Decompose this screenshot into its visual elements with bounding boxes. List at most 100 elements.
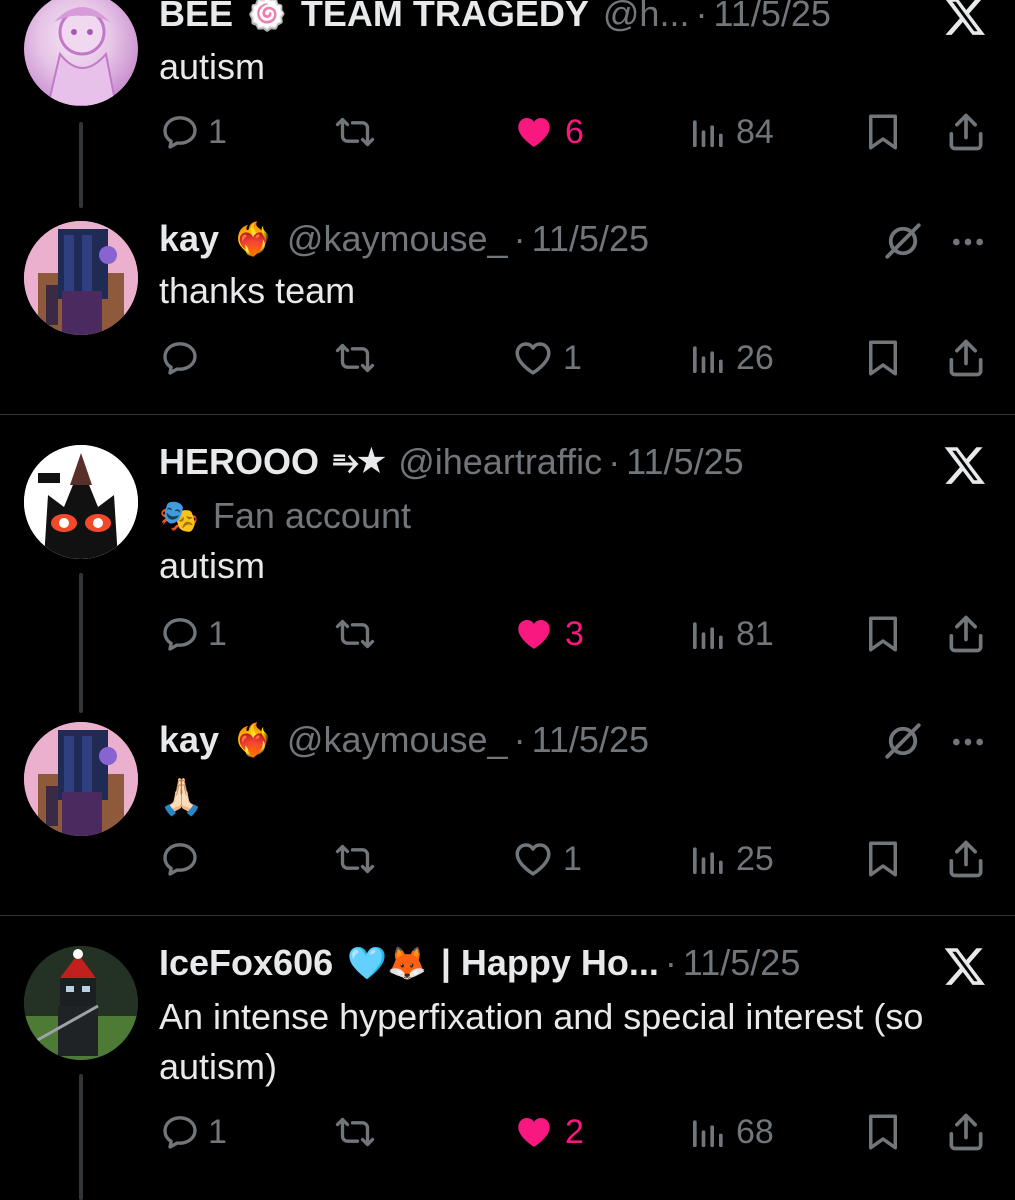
avatar-art <box>24 445 138 559</box>
retweet-button[interactable] <box>332 102 378 162</box>
name-emoji: 🍥 <box>247 0 287 32</box>
post-4[interactable]: kay ❤️‍🔥 @kaymouse_ · 11/5/25 🙏🏻 1 25 <box>0 700 1015 915</box>
heart-filled-icon <box>511 613 557 655</box>
reply-button[interactable]: 1 <box>160 1102 227 1162</box>
action-bar: 1 2 68 <box>0 1102 1015 1162</box>
avatar[interactable] <box>24 722 138 836</box>
views-button[interactable]: 68 <box>688 1102 774 1162</box>
post-date[interactable]: 11/5/25 <box>683 942 800 984</box>
like-button[interactable]: 3 <box>511 604 584 664</box>
post-header: HEROOO ⥱★ @iheartraffic · 11/5/25 <box>159 438 905 486</box>
share-button[interactable] <box>944 102 988 162</box>
views-icon <box>688 614 728 654</box>
avatar[interactable] <box>24 946 138 1060</box>
display-name[interactable]: BEE <box>159 0 233 35</box>
separator-dot: · <box>513 218 526 259</box>
bookmark-button[interactable] <box>862 604 904 664</box>
avatar[interactable] <box>24 445 138 559</box>
post-text: 🙏🏻 <box>159 776 204 817</box>
x-logo-icon[interactable] <box>943 443 987 487</box>
bookmark-button[interactable] <box>862 829 904 889</box>
retweet-button[interactable] <box>332 328 378 388</box>
reply-icon <box>160 338 200 378</box>
display-name[interactable]: kay <box>159 218 219 260</box>
x-logo-icon[interactable] <box>943 944 987 988</box>
retweet-icon <box>332 1112 378 1152</box>
bookmark-icon <box>862 838 904 880</box>
views-icon <box>688 839 728 879</box>
display-name[interactable]: kay <box>159 719 219 761</box>
share-button[interactable] <box>944 328 988 388</box>
views-button[interactable]: 81 <box>688 604 774 664</box>
share-button[interactable] <box>944 604 988 664</box>
like-count: 6 <box>565 112 584 151</box>
post-5[interactable]: IceFox606 🩵🦊 | Happy Ho... · 11/5/25 An … <box>0 916 1015 1200</box>
share-button[interactable] <box>944 829 988 889</box>
avatar-art <box>24 722 138 836</box>
heart-filled-icon <box>511 1111 557 1153</box>
handle[interactable]: @iheartraffic <box>398 441 602 483</box>
name-emoji: ❤️‍🔥 <box>233 722 273 758</box>
grok-icon[interactable] <box>882 220 924 262</box>
views-button[interactable]: 84 <box>688 102 774 162</box>
bookmark-button[interactable] <box>862 1102 904 1162</box>
handle[interactable]: @kaymouse_ <box>287 719 508 761</box>
avatar-art <box>24 221 138 335</box>
handle[interactable]: @h... <box>603 0 690 35</box>
retweet-button[interactable] <box>332 1102 378 1162</box>
reply-icon <box>160 839 200 879</box>
more-icon[interactable] <box>948 722 988 762</box>
like-button[interactable]: 1 <box>511 328 582 388</box>
action-bar: 1 3 81 <box>0 604 1015 664</box>
separator-dot: · <box>695 0 708 34</box>
post-3[interactable]: HEROOO ⥱★ @iheartraffic · 11/5/25 🎭 Fan … <box>0 415 1015 713</box>
share-icon <box>944 612 988 656</box>
like-button[interactable]: 2 <box>511 1102 584 1162</box>
action-bar: 1 26 <box>0 328 1015 388</box>
reply-button[interactable]: 1 <box>160 102 227 162</box>
post-date[interactable]: 11/5/25 <box>626 441 743 483</box>
reply-button[interactable]: 1 <box>160 604 227 664</box>
heart-icon <box>511 838 555 880</box>
post-date[interactable]: 11/5/25 <box>532 218 649 260</box>
retweet-button[interactable] <box>332 604 378 664</box>
like-button[interactable]: 1 <box>511 829 582 889</box>
views-button[interactable]: 26 <box>688 328 774 388</box>
like-button[interactable]: 6 <box>511 102 584 162</box>
like-count: 1 <box>563 338 582 377</box>
reply-button[interactable] <box>160 829 208 889</box>
share-icon <box>944 336 988 380</box>
reply-button[interactable] <box>160 328 208 388</box>
heart-filled-icon <box>511 111 557 153</box>
name-emoji: ⥱★ <box>333 443 385 479</box>
retweet-icon <box>332 338 378 378</box>
display-name-suffix[interactable]: TEAM TRAGEDY <box>301 0 589 35</box>
bookmark-button[interactable] <box>862 102 904 162</box>
share-icon <box>944 837 988 881</box>
share-button[interactable] <box>944 1102 988 1162</box>
share-icon <box>944 110 988 154</box>
post-date[interactable]: 11/5/25 <box>532 719 649 761</box>
retweet-button[interactable] <box>332 829 378 889</box>
display-name[interactable]: HEROOO <box>159 441 319 483</box>
avatar[interactable] <box>24 0 138 106</box>
avatar[interactable] <box>24 221 138 335</box>
post-2[interactable]: kay ❤️‍🔥 @kaymouse_ · 11/5/25 thanks tea… <box>0 200 1015 414</box>
heart-icon <box>511 337 555 379</box>
views-count: 25 <box>736 839 774 878</box>
handle[interactable]: @kaymouse_ <box>287 218 508 260</box>
retweet-icon <box>332 614 378 654</box>
reply-icon <box>160 614 200 654</box>
bookmark-button[interactable] <box>862 328 904 388</box>
x-logo-icon[interactable] <box>943 0 987 38</box>
views-count: 84 <box>736 112 774 151</box>
views-button[interactable]: 25 <box>688 829 774 889</box>
name-emoji: 🩵🦊 <box>347 945 427 981</box>
grok-icon[interactable] <box>882 720 924 762</box>
display-name[interactable]: IceFox606 <box>159 942 333 984</box>
display-name-suffix[interactable]: | Happy Ho... <box>441 942 659 984</box>
more-icon[interactable] <box>948 222 988 262</box>
post-date[interactable]: 11/5/25 <box>713 0 830 35</box>
post-1[interactable]: BEE 🍥 TEAM TRAGEDY @h... · 11/5/25 autis… <box>0 0 1015 208</box>
bookmark-icon <box>862 613 904 655</box>
